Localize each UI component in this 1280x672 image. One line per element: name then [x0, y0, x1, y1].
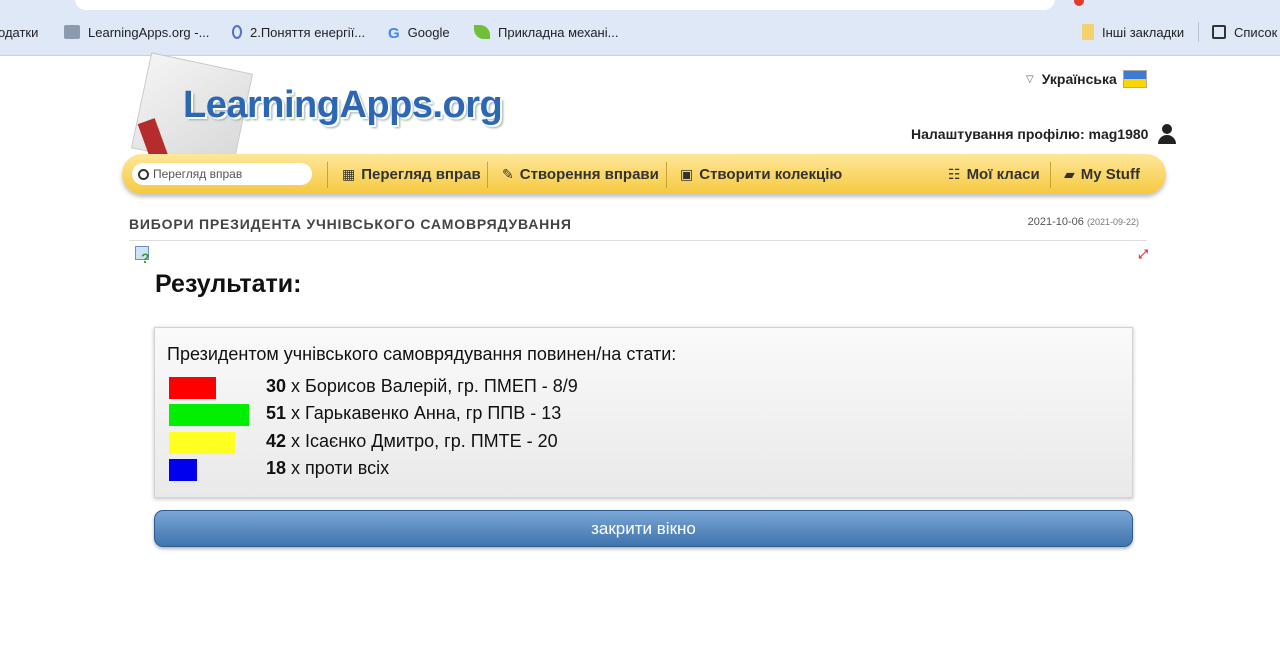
- vote-count: 51: [266, 403, 287, 424]
- candidate-label: х Борисов Валерій, гр. ПМЕП - 8/9: [291, 376, 578, 396]
- bookmark-learningapps[interactable]: LearningApps.org -...: [64, 20, 209, 44]
- help-icon[interactable]: ?: [135, 246, 153, 266]
- list-icon: ☷: [948, 165, 961, 182]
- result-label: 51 х Гарькавенко Анна, гр ППВ - 13: [266, 403, 561, 424]
- candidate-label: х проти всіх: [291, 457, 390, 478]
- vote-count: 42: [266, 430, 287, 451]
- language-label: Українська: [1041, 71, 1117, 87]
- vote-bar: [169, 377, 216, 399]
- results-heading: Результати:: [155, 270, 302, 298]
- language-selector[interactable]: ▽ Українська: [1026, 70, 1147, 88]
- result-label: 18 х проти всіх: [266, 458, 389, 479]
- result-label: 30 х Борисов Валерій, гр. ПМЕП - 8/9: [266, 376, 578, 397]
- site-logo[interactable]: LearningApps.org: [183, 84, 503, 127]
- grid-icon: ▦: [342, 165, 356, 182]
- search-icon: [138, 168, 149, 180]
- title-divider: [129, 240, 1147, 241]
- leaf-icon: [474, 25, 490, 39]
- collection-icon: ▣: [680, 165, 694, 182]
- search-input[interactable]: Перегляд вправ: [153, 167, 242, 181]
- bookmark-mechanics[interactable]: Прикладна механі...: [474, 20, 618, 44]
- search-box[interactable]: Перегляд вправ: [132, 163, 312, 185]
- nav-my-stuff[interactable]: ▰ My Stuff: [1064, 154, 1140, 194]
- folder-icon: ▰: [1064, 165, 1075, 182]
- candidate-label: х Ісаєнко Дмитро, гр. ПМТЕ - 20: [291, 430, 558, 451]
- result-label: 42 х Ісаєнко Дмитро, гр. ПМТЕ - 20: [266, 431, 558, 452]
- nav-my-classes[interactable]: ☷ Мої класи: [948, 154, 1040, 194]
- google-icon: G: [388, 25, 400, 42]
- poll-question: Президентом учнівського самоврядування п…: [167, 344, 677, 364]
- chrome-divider: [0, 55, 1280, 56]
- nav-separator: [1050, 162, 1051, 188]
- pencil-icon: ✎: [502, 165, 514, 182]
- nav-separator: [327, 162, 328, 188]
- bookmark-google[interactable]: G Google: [388, 20, 450, 44]
- bookmark-reading-list[interactable]: Список: [1212, 20, 1277, 44]
- bookmark-other[interactable]: Інші закладки: [1082, 20, 1184, 44]
- vote-count: 30: [266, 376, 287, 396]
- created-date: (2021-09-22): [1086, 217, 1139, 227]
- ukraine-flag-icon: [1122, 70, 1147, 88]
- candidate-label: х Гарькавенко Анна, гр ППВ - 13: [291, 403, 562, 424]
- nav-browse-exercises[interactable]: ▦ Перегляд вправ: [342, 154, 481, 194]
- result-row: 51 х Гарькавенко Анна, гр ППВ - 13: [169, 403, 1069, 427]
- dropdown-triangle-icon: ▽: [1026, 73, 1034, 85]
- folder-icon: [1082, 24, 1094, 40]
- main-nav: Перегляд вправ ▦ Перегляд вправ ✎ Створенн…: [122, 154, 1166, 194]
- nav-create-collection[interactable]: ▣ Створити колекцію: [680, 154, 842, 194]
- fullscreen-icon[interactable]: ⤢: [1135, 247, 1151, 261]
- profile-label: Налаштування профілю: mag1980: [911, 126, 1149, 142]
- profile-settings-link[interactable]: Налаштування профілю: mag1980: [911, 124, 1177, 144]
- vote-bar: [169, 431, 235, 454]
- nav-separator: [666, 162, 667, 188]
- result-row: 18 х проти всіх: [169, 458, 1069, 481]
- bookmarks-bar: одатки LearningApps.org -... 2.Поняття е…: [0, 20, 1280, 44]
- close-window-button[interactable]: закрити вікно: [154, 510, 1133, 547]
- results-panel: Президентом учнівського самоврядування п…: [154, 327, 1133, 498]
- bookmark-energy[interactable]: 2.Поняття енергії...: [232, 20, 365, 44]
- result-row: 30 х Борисов Валерій, гр. ПМЕП - 8/9: [169, 376, 1069, 399]
- bookmark-divider: [1198, 22, 1199, 42]
- site-icon: [232, 25, 242, 39]
- vote-bar: [169, 458, 197, 481]
- activity-title: ВИБОРИ ПРЕЗИДЕНТА УЧНІВСЬКОГО САМОВРЯДУВ…: [129, 216, 572, 232]
- reading-list-icon: [1212, 25, 1226, 39]
- extension-icon[interactable]: [1074, 0, 1084, 6]
- vote-count: 18: [266, 457, 287, 478]
- user-icon: [1158, 124, 1177, 144]
- learningapps-icon: [64, 25, 80, 39]
- bookmark-apps[interactable]: одатки: [0, 20, 38, 44]
- modified-date: 2021-10-06: [1027, 216, 1084, 228]
- address-bar[interactable]: [75, 0, 1055, 10]
- nav-separator: [487, 162, 488, 188]
- vote-bar: [169, 404, 249, 427]
- activity-dates: 2021-10-06 (2021-09-22): [1028, 216, 1139, 228]
- browser-chrome: одатки LearningApps.org -... 2.Поняття е…: [0, 0, 1280, 56]
- nav-create-exercise[interactable]: ✎ Створення вправи: [502, 154, 659, 194]
- result-row: 42 х Ісаєнко Дмитро, гр. ПМТЕ - 20: [169, 431, 1069, 454]
